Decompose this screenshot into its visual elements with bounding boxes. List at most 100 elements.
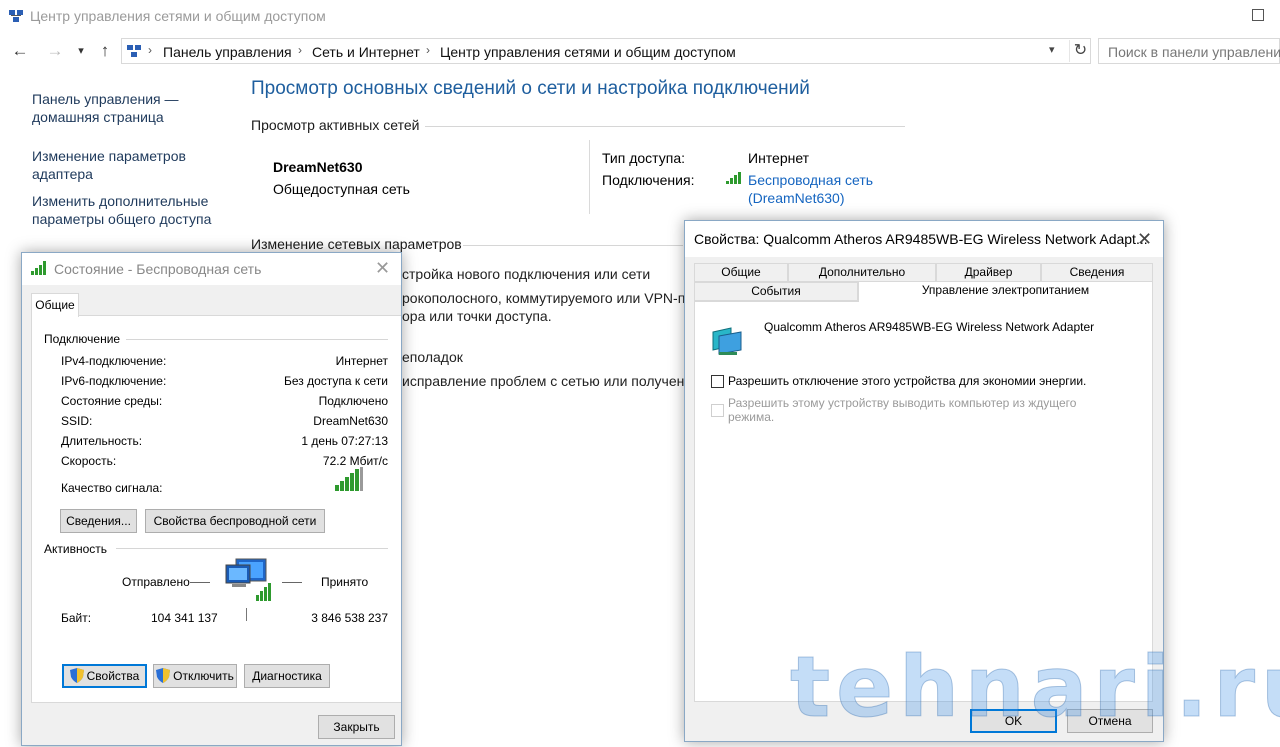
dialog-titlebar: Состояние - Беспроводная сеть ✕ [22,253,401,285]
diagnostics-button[interactable]: Диагностика [244,664,330,688]
dialog-title: Состояние - Беспроводная сеть [54,261,262,277]
recent-chevron-icon[interactable]: ▾ [70,40,92,62]
tab-details[interactable]: Сведения [1041,263,1153,282]
tab-power-management[interactable]: Управление электропитанием [858,281,1153,302]
navigation-bar: ← → ▾ ↑ › Панель управления › Сеть и Инт… [0,38,1280,66]
bytes-sent-value: 104 341 137 [151,611,218,625]
wireless-connection-ssid[interactable]: (DreamNet630) [748,190,844,206]
speed-label: Скорость: [61,454,117,468]
network-type: Общедоступная сеть [273,181,410,197]
received-label: Принято [321,575,369,589]
dialog-titlebar: Свойства: Qualcomm Atheros AR9485WB-EG W… [685,221,1163,257]
uac-shield-icon [69,668,84,683]
uac-shield-icon [156,668,171,683]
dialog-title: Свойства: Qualcomm Atheros AR9485WB-EG W… [694,231,1148,247]
ok-button[interactable]: OK [970,709,1057,733]
network-name: DreamNet630 [273,159,363,175]
signal-bars-icon [335,467,363,491]
signal-quality-label: Качество сигнала: [61,481,163,495]
close-button[interactable]: Закрыть [318,715,395,739]
sidebar-home-link[interactable]: Панель управления — домашняя страница [32,90,192,126]
wireless-connection-link[interactable]: Беспроводная сеть [748,172,873,188]
allow-power-off-checkbox[interactable] [711,375,724,388]
bytes-label: Байт: [61,611,92,625]
allow-wake-label: Разрешить этому устройству выводить комп… [728,396,1077,410]
sidebar-adapter-link[interactable]: Изменение параметров адаптера [32,147,202,183]
disable-button-label: Отключить [173,669,234,683]
page-title: Просмотр основных сведений о сети и наст… [251,78,810,99]
bytes-divider [246,608,247,621]
close-icon[interactable]: ✕ [1137,230,1152,248]
breadcrumb-control-panel[interactable]: Панель управления [163,44,292,60]
tab-driver[interactable]: Драйвер [936,263,1041,282]
duration-label: Длительность: [61,434,143,448]
tab-general[interactable]: Общие [694,263,788,282]
network-center-icon [9,10,23,22]
cancel-button[interactable]: Отмена [1067,709,1153,733]
tab-general[interactable]: Общие [31,293,79,317]
sidebar-sharing-link[interactable]: Изменить дополнительные параметры общего… [32,192,222,228]
tab-events[interactable]: События [694,282,858,301]
ipv4-label: IPv4-подключение: [61,354,167,368]
window-title: Центр управления сетями и общим доступом [30,8,326,24]
disable-button[interactable]: Отключить [153,664,237,688]
address-bar[interactable]: › Панель управления › Сеть и Интернет › … [121,38,1091,64]
properties-button-label: Свойства [86,669,140,683]
received-line [282,582,302,583]
window-titlebar: Центр управления сетями и общим доступом [0,0,1280,32]
ssid-value: DreamNet630 [313,414,388,428]
ipv6-label: IPv6-подключение: [61,374,167,388]
access-type-value: Интернет [748,150,810,166]
search-box[interactable]: Поиск в панели управления [1098,38,1280,64]
refresh-icon[interactable]: ↻ [1069,40,1091,62]
maximize-button[interactable] [1252,9,1264,21]
allow-wake-label-cont: режима. [728,410,775,424]
sent-line [190,582,210,583]
troubleshoot-description: исправление проблем с сетью или получен [402,373,685,389]
network-computers-icon [225,558,271,601]
access-type-label: Тип доступа: [602,150,686,166]
breadcrumb-separator-icon: › [426,43,430,57]
new-connection-description: рокополосного, коммутируемого или VPN-п [402,290,686,306]
adapter-properties-dialog: Свойства: Qualcomm Atheros AR9485WB-EG W… [684,220,1164,742]
troubleshoot-link[interactable]: еполадок [402,349,463,365]
control-panel-icon [127,45,141,57]
activity-group-label: Активность [44,542,114,556]
duration-value: 1 день 07:27:13 [301,434,388,448]
connections-label: Подключения: [602,172,695,188]
wifi-signal-icon [31,261,46,275]
wifi-signal-icon [726,172,741,184]
network-adapter-icon [712,327,742,355]
section-divider [425,126,905,127]
back-arrow-icon[interactable]: ← [9,40,31,62]
properties-button[interactable]: Свойства [62,664,147,688]
section-divider [463,245,683,246]
breadcrumb-current[interactable]: Центр управления сетями и общим доступом [440,44,736,60]
vertical-divider [589,140,590,214]
change-settings-label: Изменение сетевых параметров [251,236,462,252]
address-dropdown-icon[interactable]: ▾ [1049,43,1055,56]
ipv4-value: Интернет [335,354,388,368]
forward-arrow-icon[interactable]: → [44,40,66,62]
details-button[interactable]: Сведения... [60,509,137,533]
media-state-value: Подключено [318,394,388,408]
up-arrow-icon[interactable]: ↑ [94,40,116,62]
breadcrumb-separator-icon: › [148,43,152,57]
media-state-label: Состояние среды: [61,394,163,408]
new-connection-description: ора или точки доступа. [402,308,552,324]
sent-label: Отправлено [122,575,190,589]
active-networks-label: Просмотр активных сетей [251,117,420,133]
adapter-name: Qualcomm Atheros AR9485WB-EG Wireless Ne… [764,320,1095,334]
close-icon[interactable]: ✕ [375,259,390,277]
screen: Центр управления сетями и общим доступом… [0,0,1280,747]
speed-value: 72.2 Мбит/с [322,454,388,468]
search-placeholder: Поиск в панели управления [1108,44,1280,60]
tab-panel: Подключение IPv4-подключение: Интернет I… [31,315,401,703]
wireless-properties-button[interactable]: Свойства беспроводной сети [145,509,325,533]
breadcrumb-network-internet[interactable]: Сеть и Интернет [312,44,420,60]
tab-advanced[interactable]: Дополнительно [788,263,936,282]
new-connection-link[interactable]: стройка нового подключения или сети [402,266,650,282]
allow-power-off-label: Разрешить отключение этого устройства дл… [728,374,1087,388]
breadcrumb-separator-icon: › [298,43,302,57]
group-divider [116,548,388,549]
